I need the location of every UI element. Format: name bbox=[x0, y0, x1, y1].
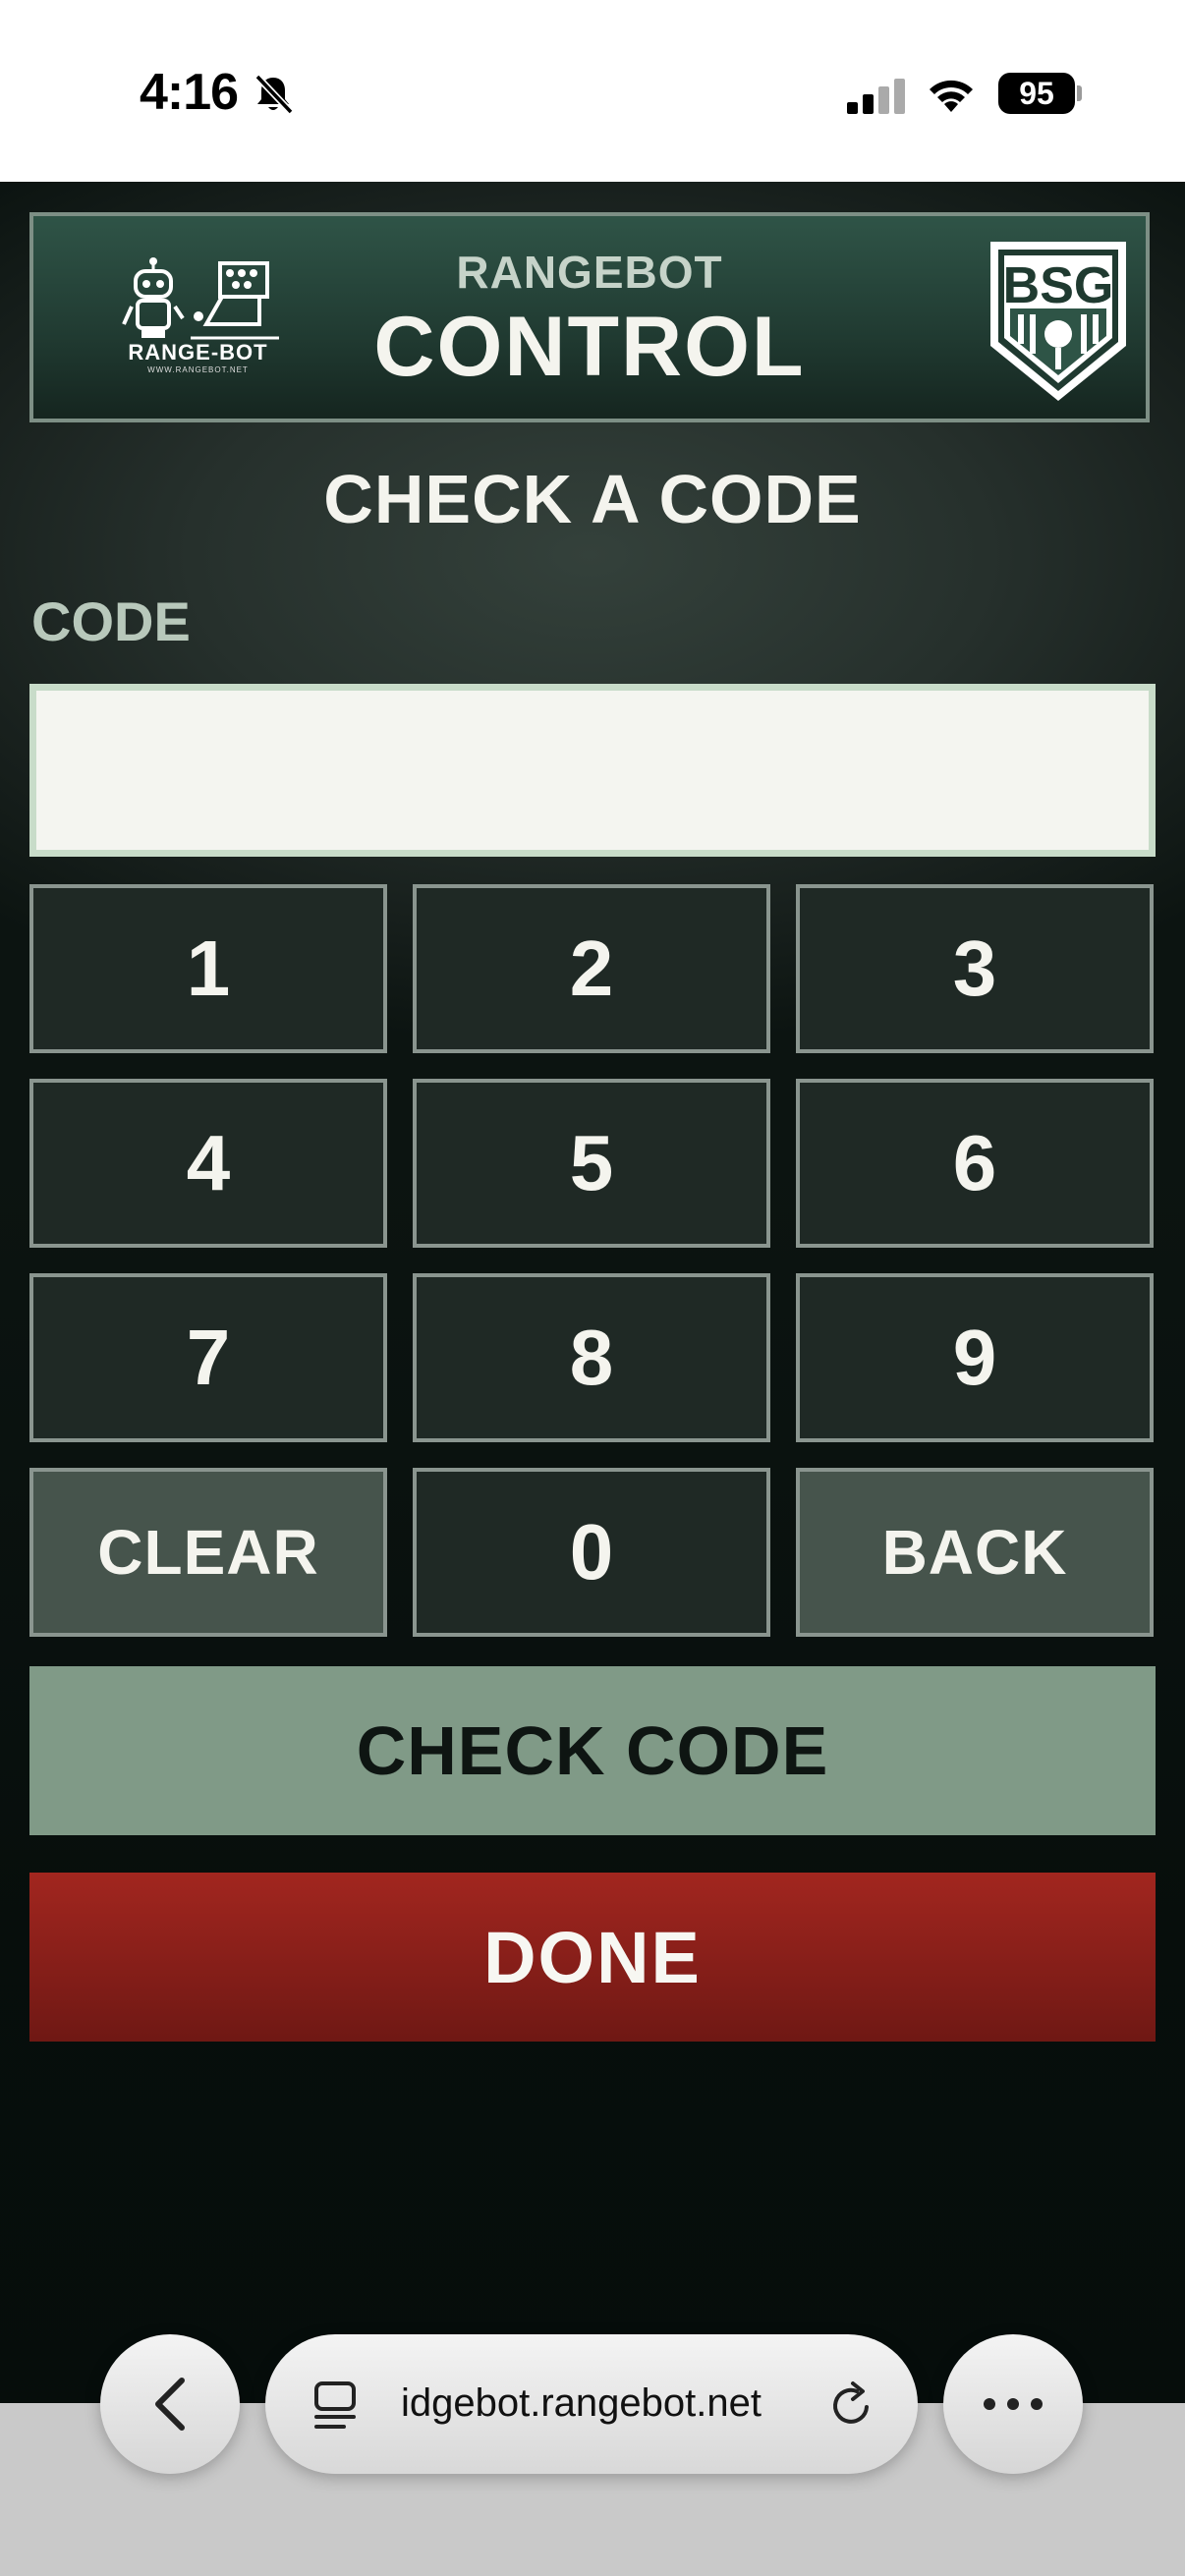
done-button[interactable]: DONE bbox=[29, 1873, 1156, 2042]
code-input[interactable] bbox=[29, 684, 1156, 857]
key-6[interactable]: 6 bbox=[796, 1079, 1154, 1248]
battery-indicator: 95 bbox=[998, 73, 1075, 114]
ellipsis-icon bbox=[984, 2398, 1043, 2410]
clear-button[interactable]: CLEAR bbox=[29, 1468, 387, 1637]
status-time: 4:16 bbox=[140, 64, 239, 121]
header-banner: RANGE-BOT WWW.RANGEBOT.NET RANGEBOT CONT… bbox=[29, 212, 1150, 422]
key-7[interactable]: 7 bbox=[29, 1273, 387, 1442]
page-title: CHECK A CODE bbox=[323, 461, 862, 537]
key-3[interactable]: 3 bbox=[796, 884, 1154, 1053]
bsg-shield-logo: BSG bbox=[990, 242, 1126, 401]
reload-icon[interactable] bbox=[827, 2380, 876, 2431]
back-button[interactable]: BACK bbox=[796, 1468, 1154, 1637]
chevron-left-icon bbox=[155, 2378, 185, 2431]
key-4[interactable]: 4 bbox=[29, 1079, 387, 1248]
url-text: idgebot.rangebot.net bbox=[401, 2381, 762, 2425]
key-2[interactable]: 2 bbox=[413, 884, 770, 1053]
wifi-icon bbox=[930, 80, 973, 112]
browser-back-button[interactable] bbox=[100, 2334, 240, 2474]
key-5[interactable]: 5 bbox=[413, 1079, 770, 1248]
battery-nub bbox=[1077, 85, 1082, 101]
key-0[interactable]: 0 bbox=[413, 1468, 770, 1637]
key-1[interactable]: 1 bbox=[29, 884, 387, 1053]
address-bar[interactable]: idgebot.rangebot.net bbox=[265, 2334, 918, 2474]
key-8[interactable]: 8 bbox=[413, 1273, 770, 1442]
header-subtitle: RANGEBOT bbox=[456, 247, 723, 298]
check-code-button[interactable]: CHECK CODE bbox=[29, 1666, 1156, 1835]
more-options-button[interactable] bbox=[943, 2334, 1083, 2474]
cellular-signal-icon bbox=[847, 79, 905, 114]
bell-off-icon bbox=[254, 74, 294, 115]
bsg-logo-text: BSG bbox=[1003, 257, 1114, 314]
key-9[interactable]: 9 bbox=[796, 1273, 1154, 1442]
status-bar: 4:16 95 bbox=[0, 0, 1185, 182]
header-title: CONTROL bbox=[373, 300, 806, 394]
tabs-overview-icon bbox=[314, 2381, 356, 2429]
code-label: CODE bbox=[31, 590, 191, 652]
